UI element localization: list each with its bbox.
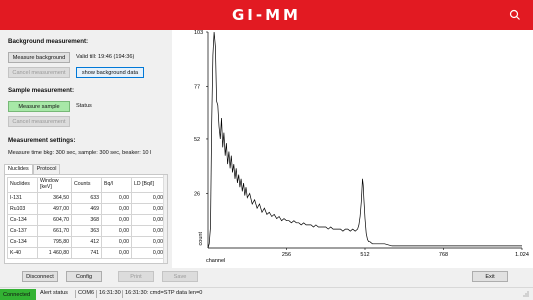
x-ticks: 256 512 768 1.024 (282, 248, 529, 258)
x-tick-label: 1.024 (515, 252, 529, 258)
spectrum-chart: 26 52 77 103 256 512 768 1.024 count channel (172, 30, 533, 268)
window-cell: 795,80 (37, 236, 72, 248)
settings-text: Measure time bkg: 300 sec, sample: 300 s… (8, 150, 152, 156)
alert-status: Alert status (40, 290, 68, 296)
background-section-title: Background measurement: (8, 38, 89, 45)
spectrum-series-line (207, 31, 522, 249)
counts-cell: 633 (71, 192, 102, 204)
ld-cell: 0,00 (131, 192, 166, 204)
nuclide-name: Cs-137 (7, 225, 38, 237)
column-header-nuclides[interactable]: Nuclides (7, 177, 38, 193)
nuclides-table: Nuclides Window [keV] Counts Bq/l LD [Bq… (7, 177, 166, 259)
status-divider (122, 290, 123, 298)
save-button[interactable]: Save (162, 271, 198, 282)
table-row[interactable]: Cs-137 661,70 363 0,00 0,00 (7, 225, 166, 237)
spectrum-chart-svg: 26 52 77 103 256 512 768 1.024 count channel (194, 30, 529, 264)
search-icon[interactable] (509, 9, 521, 21)
y-axis-label: count (198, 232, 204, 246)
bq-cell: 0,00 (101, 214, 132, 226)
ld-cell: 0,00 (131, 214, 166, 226)
connection-status-badge: Connected (0, 289, 36, 300)
status-divider (96, 290, 97, 298)
counts-cell: 363 (71, 225, 102, 237)
y-tick-label: 103 (194, 30, 203, 36)
title-bar: GI-MM (0, 0, 533, 30)
show-background-data-button[interactable]: show background data (76, 67, 144, 78)
table-row[interactable]: Ru103 497,00 469 0,00 0,00 (7, 203, 166, 215)
control-panel: Background measurement: Measure backgrou… (0, 30, 172, 268)
com-port: COM6 (78, 290, 95, 296)
resize-grip-icon[interactable] (523, 291, 529, 297)
nuclide-name: K-40 (7, 247, 38, 259)
bq-cell: 0,00 (101, 236, 132, 248)
nuclides-table-container: Nuclides Window [keV] Counts Bq/l LD [Bq… (4, 174, 168, 264)
nuclide-name: I-131 (7, 192, 38, 204)
column-header-bq[interactable]: Bq/l (101, 177, 132, 193)
counts-cell: 412 (71, 236, 102, 248)
x-tick-label: 256 (282, 252, 291, 258)
nuclide-name: Ru103 (7, 203, 38, 215)
measure-background-button[interactable]: Measure background (8, 52, 70, 63)
ld-cell: 0,00 (131, 203, 166, 215)
x-tick-label: 512 (360, 252, 369, 258)
tab-nuclides[interactable]: Nuclides (4, 164, 33, 174)
column-header-window[interactable]: Window [keV] (37, 177, 72, 193)
settings-section-title: Measurement settings: (8, 137, 76, 144)
window-cell: 364,50 (37, 192, 72, 204)
status-divider (75, 290, 76, 298)
table-header-row: Nuclides Window [keV] Counts Bq/l LD [Bq… (7, 177, 166, 193)
x-tick-label: 768 (439, 252, 448, 258)
y-tick-label: 77 (194, 85, 200, 91)
ld-cell: 0,00 (131, 247, 166, 259)
table-scrollbar[interactable] (163, 175, 167, 263)
bq-cell: 0,00 (101, 192, 132, 204)
app-logo: GI-MM (232, 6, 301, 24)
y-tick-label: 26 (194, 191, 200, 197)
bottom-toolbar: Disconnect Config Print Save Exit (0, 268, 533, 286)
table-row[interactable]: I-131 364,50 633 0,00 0,00 (7, 192, 166, 204)
bq-cell: 0,00 (101, 203, 132, 215)
exit-button[interactable]: Exit (472, 271, 508, 282)
cancel-sample-button[interactable]: Cancel measurement (8, 116, 70, 127)
disconnect-button[interactable]: Disconnect (22, 271, 58, 282)
column-header-ld[interactable]: LD [Bq/l] (131, 177, 166, 193)
status-time: 16:31:30 (99, 290, 121, 296)
nuclide-name: Cs-134 (7, 236, 38, 248)
bq-cell: 0,00 (101, 247, 132, 259)
counts-cell: 469 (71, 203, 102, 215)
counts-cell: 368 (71, 214, 102, 226)
config-button[interactable]: Config (66, 271, 102, 282)
cancel-background-button[interactable]: Cancel measurement (8, 67, 70, 78)
ld-cell: 0,00 (131, 225, 166, 237)
y-ticks: 26 52 77 103 (194, 30, 208, 197)
sample-status: Status (76, 103, 92, 109)
bq-cell: 0,00 (101, 225, 132, 237)
tab-bar: Nuclides Protocol (4, 164, 61, 174)
sample-section-title: Sample measurement: (8, 87, 75, 94)
table-row[interactable]: Cs-134 604,70 368 0,00 0,00 (7, 214, 166, 226)
status-log: 16:31:30: cmd=STP data len=0 (125, 290, 203, 296)
column-header-counts[interactable]: Counts (71, 177, 102, 193)
tab-protocol[interactable]: Protocol (32, 164, 61, 174)
x-axis-label: channel (206, 258, 225, 264)
window-cell: 661,70 (37, 225, 72, 237)
table-row[interactable]: Cs-134 795,80 412 0,00 0,00 (7, 236, 166, 248)
print-button[interactable]: Print (118, 271, 154, 282)
window-cell: 604,70 (37, 214, 72, 226)
measure-sample-button[interactable]: Measure sample (8, 101, 70, 112)
window-cell: 497,00 (37, 203, 72, 215)
counts-cell: 741 (71, 247, 102, 259)
status-bar: Connected Alert status COM6 16:31:30 16:… (0, 287, 533, 300)
y-tick-label: 52 (194, 137, 200, 143)
window-cell: 1 460,80 (37, 247, 72, 259)
nuclide-name: Cs-134 (7, 214, 38, 226)
ld-cell: 0,00 (131, 236, 166, 248)
background-valid-till: Valid till: 19:46 (194:36) (76, 54, 135, 60)
table-row[interactable]: K-40 1 460,80 741 0,00 0,00 (7, 247, 166, 259)
